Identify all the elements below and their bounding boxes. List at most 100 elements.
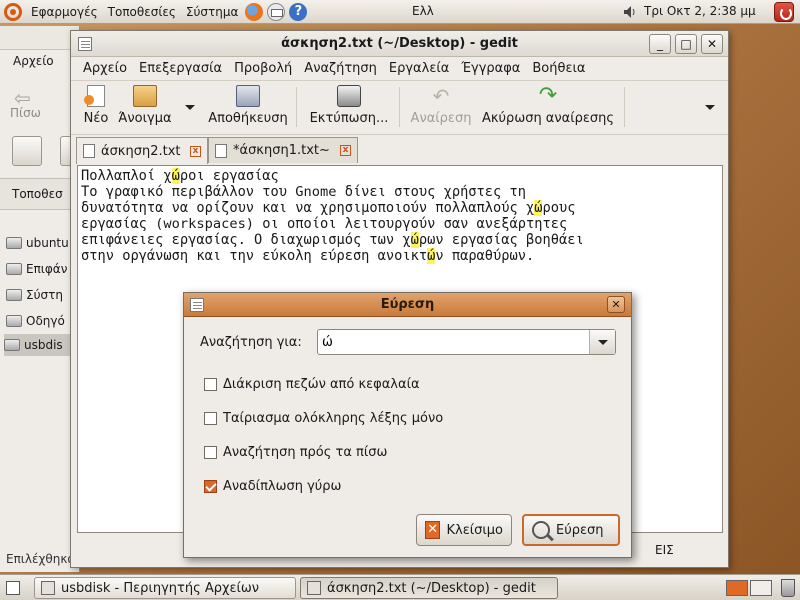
option-whole-word[interactable]: Ταίριασμα ολόκληρης λέξης μόνο	[204, 411, 443, 426]
editor-line[interactable]: δυνατότητα να ορίζουν και να χρησιμοποιο…	[81, 200, 719, 216]
new-document-icon	[84, 85, 105, 107]
edit-mode-button[interactable]	[12, 136, 42, 166]
search-history-button[interactable]	[589, 330, 615, 354]
match-case-label[interactable]: Διάκριση πεζών από κεφαλαία	[223, 377, 420, 392]
back-button-label[interactable]: Πίσω	[10, 106, 41, 120]
editor-line[interactable]: Πολλαπλοί χώροι εργασίας	[81, 168, 719, 184]
menu-documents[interactable]: Έγγραφα	[455, 61, 526, 76]
task-gedit[interactable]: άσκηση2.txt (~/Desktop) - gedit	[300, 577, 558, 599]
tab-bar: άσκηση2.txt x *άσκηση1.txt~ x	[71, 135, 728, 164]
option-match-case[interactable]: Διάκριση πεζών από κεφαλαία	[204, 377, 420, 392]
search-backwards-label[interactable]: Αναζήτηση πρός τα πίσω	[223, 445, 387, 460]
menu-places[interactable]: Τοποθεσίες	[103, 0, 181, 24]
file-manager-menu-file[interactable]: Αρχείο	[13, 54, 54, 68]
gedit-titlebar[interactable]: άσκηση2.txt (~/Desktop) - gedit _ □ ✕	[71, 31, 728, 57]
place-item[interactable]: ubuntu	[6, 232, 80, 254]
menu-applications[interactable]: Εφαρμογές	[26, 0, 103, 24]
usb-drive-icon	[4, 339, 20, 351]
menu-system[interactable]: Σύστημα	[181, 0, 244, 24]
chevron-down-icon	[598, 340, 608, 345]
volume-icon[interactable]	[623, 5, 637, 19]
firefox-launcher-icon[interactable]	[245, 2, 264, 21]
editor-line[interactable]: Το γραφικό περιβάλλον του Gnome δίνει στ…	[81, 184, 719, 200]
maximize-button[interactable]: □	[675, 34, 697, 54]
find-button-label: Εύρεση	[556, 522, 604, 538]
menu-help[interactable]: Βοήθεια	[526, 61, 591, 76]
ubuntu-logo-icon[interactable]	[4, 2, 22, 21]
line-text: ροι εργασίας	[179, 168, 279, 184]
close-button-label: Κλείσιμο	[446, 522, 503, 538]
find-dialog-titlebar[interactable]: Εύρεση ✕	[184, 293, 631, 317]
save-icon	[236, 85, 260, 107]
menu-tools[interactable]: Εργαλεία	[383, 61, 455, 76]
editor-line[interactable]: επιφάνειες εργασίας. Ο διαχωρισμός των χ…	[81, 232, 719, 248]
file-manager-titlebar[interactable]	[0, 26, 79, 50]
wrap-around-checkbox[interactable]	[204, 480, 217, 493]
workspace-2[interactable]	[750, 580, 772, 596]
toolbar: Νέο Άνοιγμα Αποθήκευση Εκτύπωση... ↶ Ανα…	[71, 81, 728, 135]
new-label: Νέο	[83, 111, 109, 126]
back-arrow-icon[interactable]: ⇦	[14, 86, 36, 110]
option-search-backwards[interactable]: Αναζήτηση πρός τα πίσω	[204, 445, 387, 460]
close-dialog-button[interactable]: ✕ Κλείσιμο	[416, 514, 512, 546]
find-button[interactable]: Εύρεση	[522, 514, 620, 546]
menu-file[interactable]: Αρχείο	[77, 61, 133, 76]
line-text: ν παραθύρων.	[435, 248, 535, 264]
place-item[interactable]: Οδηγό	[6, 310, 80, 332]
toolbar-overflow-icon[interactable]	[705, 105, 715, 110]
file-manager-window: Αρχείο ⇦ Πίσω Τοποθεσ ubuntu Επιφάν Σύστ…	[0, 26, 255, 572]
editor-line[interactable]: εργασίας (workspaces) οι οποίοι λειτουργ…	[81, 216, 719, 232]
undo-button[interactable]: ↶ Αναίρεση	[409, 85, 473, 126]
dialog-close-icon[interactable]: ✕	[607, 296, 625, 313]
workspace-1[interactable]	[726, 580, 748, 596]
place-item-selected[interactable]: usbdis	[4, 334, 78, 356]
place-item[interactable]: Σύστη	[6, 284, 80, 306]
line-text: Πολλαπλοί χ	[81, 168, 172, 184]
search-backwards-checkbox[interactable]	[204, 446, 217, 459]
whole-word-label[interactable]: Ταίριασμα ολόκληρης λέξης μόνο	[223, 411, 443, 426]
wrap-around-label[interactable]: Αναδίπλωση γύρω	[223, 479, 341, 494]
toolbar-separator	[624, 87, 625, 127]
tab-askisi1[interactable]: *άσκηση1.txt~ x	[208, 137, 358, 163]
tab-askisi2[interactable]: άσκηση2.txt x	[76, 137, 208, 164]
print-button[interactable]: Εκτύπωση...	[307, 85, 391, 126]
keyboard-layout-indicator[interactable]: Ελλ	[412, 4, 434, 18]
option-wrap-around[interactable]: Αναδίπλωση γύρω	[204, 479, 341, 494]
tab-close-icon[interactable]: x	[340, 145, 351, 156]
whole-word-checkbox[interactable]	[204, 412, 217, 425]
editor-line[interactable]: στην οργάνωση και την εύκολη εύρεση ανοι…	[81, 248, 719, 264]
line-text: εργασίας (workspaces) οι οποίοι λειτουργ…	[81, 216, 568, 232]
new-button[interactable]: Νέο	[79, 85, 113, 126]
place-item[interactable]: Επιφάν	[6, 258, 80, 280]
match-case-checkbox[interactable]	[204, 378, 217, 391]
redo-button[interactable]: ↷ Ακύρωση αναίρεσης	[481, 85, 615, 127]
place-label: Σύστη	[26, 288, 63, 302]
open-recent-dropdown-icon[interactable]	[185, 105, 195, 110]
menu-view[interactable]: Προβολή	[228, 61, 298, 76]
search-input[interactable]	[320, 332, 586, 352]
trash-icon[interactable]	[781, 579, 795, 597]
save-label: Αποθήκευση	[208, 111, 288, 126]
task-file-manager[interactable]: usbdisk - Περιηγητής Αρχείων	[34, 577, 296, 599]
task-label: άσκηση2.txt (~/Desktop) - gedit	[327, 580, 536, 596]
open-button[interactable]: Άνοιγμα	[117, 85, 173, 126]
help-launcher-icon[interactable]: ?	[289, 2, 308, 21]
search-combo[interactable]	[317, 329, 616, 355]
place-label: usbdis	[24, 338, 63, 352]
line-text: ρους	[542, 200, 576, 216]
logout-icon[interactable]	[774, 2, 794, 22]
close-button[interactable]: ✕	[701, 34, 723, 54]
places-header[interactable]: Τοποθεσ	[0, 178, 80, 210]
place-label: ubuntu	[26, 236, 69, 250]
show-desktop-icon[interactable]	[6, 581, 20, 595]
search-match-highlight: ώ	[410, 232, 419, 248]
clock[interactable]: Τρι Οκτ 2, 2:38 μμ	[644, 4, 756, 18]
mail-launcher-icon[interactable]	[267, 2, 286, 21]
tab-close-icon[interactable]: x	[190, 145, 201, 157]
drive-icon	[6, 237, 22, 249]
minimize-button[interactable]: _	[649, 34, 671, 54]
menu-edit[interactable]: Επεξεργασία	[133, 61, 228, 76]
drive-icon	[6, 289, 22, 301]
save-button[interactable]: Αποθήκευση	[205, 85, 291, 126]
menu-search[interactable]: Αναζήτηση	[298, 61, 383, 76]
